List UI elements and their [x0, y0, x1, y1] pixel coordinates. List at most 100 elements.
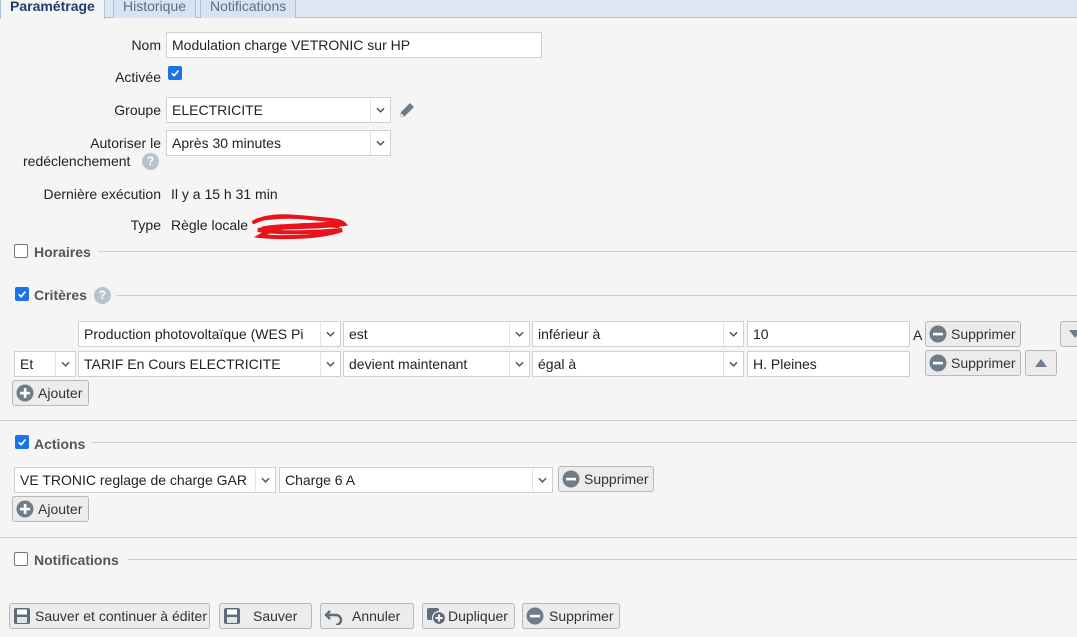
tab-historique[interactable]: Historique	[113, 0, 197, 18]
action-remove-label: Supprimer	[584, 471, 649, 487]
tab-parametrage[interactable]: Paramétrage	[0, 0, 105, 19]
criterion-conjunction-value: Et	[20, 356, 34, 372]
activee-label: Activée	[115, 69, 161, 85]
save-continue-label: Sauver et continuer à éditer	[35, 608, 207, 624]
criterion-remove-button[interactable]: Supprimer	[925, 350, 1021, 376]
criterion-remove-label: Supprimer	[951, 326, 1016, 342]
criterion-remove-button[interactable]: Supprimer	[925, 321, 1021, 347]
cancel-label: Annuler	[352, 608, 401, 624]
criterion-verb-select[interactable]: est	[343, 321, 530, 347]
action-value: Charge 6 A	[285, 472, 356, 488]
criterion-conjunction-select[interactable]: Et	[14, 351, 76, 377]
minus-circle-icon	[562, 470, 580, 488]
criteres-checkbox[interactable]	[15, 287, 29, 301]
type-label: Type	[130, 217, 161, 233]
notifications-checkbox[interactable]	[14, 552, 28, 566]
undo-icon	[324, 607, 344, 625]
criterion-operator-value: inférieur à	[538, 326, 601, 342]
actions-checkbox[interactable]	[15, 435, 29, 449]
cancel-button[interactable]: Annuler	[320, 603, 414, 629]
duplicate-button[interactable]: Dupliquer	[422, 603, 515, 629]
groupe-value: ELECTRICITE	[172, 102, 264, 118]
derniere-execution-value: Il y a 15 h 31 min	[171, 186, 278, 202]
move-down-button[interactable]	[1060, 321, 1077, 347]
criterion-unit: A	[913, 327, 923, 343]
chevron-down-icon	[255, 468, 275, 492]
floppy-disk-icon	[13, 607, 31, 625]
horaires-title: Horaires	[34, 244, 91, 260]
action-device-value: VE TRONIC reglage de charge GAR	[20, 472, 247, 488]
criteres-title: Critères	[34, 287, 87, 303]
delete-button[interactable]: Supprimer	[522, 603, 620, 629]
chevron-down-icon	[320, 352, 340, 376]
add-action-button[interactable]: Ajouter	[12, 496, 89, 522]
criterion-operator-select[interactable]: égal à	[532, 351, 744, 377]
save-button[interactable]: Sauver	[219, 603, 312, 629]
criterion-verb-value: devient maintenant	[349, 356, 468, 372]
minus-circle-icon	[929, 325, 947, 343]
action-remove-button[interactable]: Supprimer	[558, 466, 654, 492]
criteres-divider	[116, 295, 1077, 296]
notifications-divider	[128, 559, 1077, 560]
criterion-operator-select[interactable]: inférieur à	[532, 321, 744, 347]
plus-circle-icon	[16, 500, 34, 518]
delete-label: Supprimer	[549, 608, 614, 624]
actions-title: Actions	[34, 436, 86, 452]
criterion-value-input[interactable]: H. Pleines	[747, 351, 910, 377]
autoriser-label-1: Autoriser le	[90, 135, 161, 151]
arrow-up-icon	[1035, 359, 1047, 367]
chevron-down-icon	[370, 131, 390, 155]
tab-notifications[interactable]: Notifications	[200, 0, 297, 18]
criterion-value-input[interactable]: 10	[747, 321, 910, 347]
notifications-title: Notifications	[34, 552, 119, 568]
derniere-execution-label: Dernière exécution	[43, 186, 161, 202]
activee-checkbox[interactable]	[168, 66, 182, 80]
arrow-down-icon	[1069, 330, 1077, 338]
criterion-device-value: Production photovoltaïque (WES Pi	[84, 326, 304, 342]
chevron-down-icon	[370, 98, 390, 122]
chevron-down-icon	[509, 352, 529, 376]
nom-label: Nom	[131, 37, 161, 53]
horaires-divider	[98, 251, 1077, 252]
save-label: Sauver	[253, 608, 298, 624]
criterion-device-select[interactable]: Production photovoltaïque (WES Pi	[78, 321, 341, 347]
redaction-scribble	[252, 214, 348, 240]
save-continue-button[interactable]: Sauver et continuer à éditer	[9, 603, 210, 629]
section-divider	[0, 537, 1077, 538]
action-device-select[interactable]: VE TRONIC reglage de charge GAR	[14, 467, 276, 493]
groupe-label: Groupe	[114, 102, 161, 118]
groupe-select[interactable]: ELECTRICITE	[166, 97, 391, 123]
add-criterion-button[interactable]: Ajouter	[12, 380, 89, 406]
add-action-label: Ajouter	[38, 501, 83, 517]
chevron-down-icon	[723, 352, 743, 376]
tab-bar: Paramétrage Historique Notifications	[0, 0, 1077, 19]
criterion-device-value: TARIF En Cours ELECTRICITE	[84, 356, 281, 372]
criterion-verb-select[interactable]: devient maintenant	[343, 351, 530, 377]
add-criterion-label: Ajouter	[38, 385, 83, 401]
criterion-verb-value: est	[349, 326, 368, 342]
pencil-icon[interactable]	[397, 100, 417, 120]
action-value-select[interactable]: Charge 6 A	[279, 467, 553, 493]
chevron-down-icon	[532, 468, 552, 492]
horaires-checkbox[interactable]	[14, 244, 28, 258]
help-icon[interactable]: ?	[142, 153, 159, 170]
chevron-down-icon	[723, 322, 743, 346]
criterion-operator-value: égal à	[538, 356, 577, 372]
autoriser-select[interactable]: Après 30 minutes	[166, 130, 391, 156]
autoriser-value: Après 30 minutes	[172, 135, 281, 151]
chevron-down-icon	[320, 322, 340, 346]
section-divider	[0, 420, 1077, 421]
move-up-button[interactable]	[1025, 350, 1057, 376]
nom-input[interactable]: Modulation charge VETRONIC sur HP	[166, 32, 542, 58]
type-value: Règle locale	[171, 217, 249, 233]
floppy-disk-icon	[223, 607, 241, 625]
duplicate-icon	[426, 607, 446, 625]
criterion-remove-label: Supprimer	[951, 355, 1016, 371]
help-icon[interactable]: ?	[94, 287, 111, 304]
minus-circle-icon	[929, 354, 947, 372]
chevron-down-icon	[55, 352, 75, 376]
criterion-device-select[interactable]: TARIF En Cours ELECTRICITE	[78, 351, 341, 377]
chevron-down-icon	[509, 322, 529, 346]
autoriser-label-2: redéclenchement	[23, 153, 131, 169]
duplicate-label: Dupliquer	[448, 608, 508, 624]
